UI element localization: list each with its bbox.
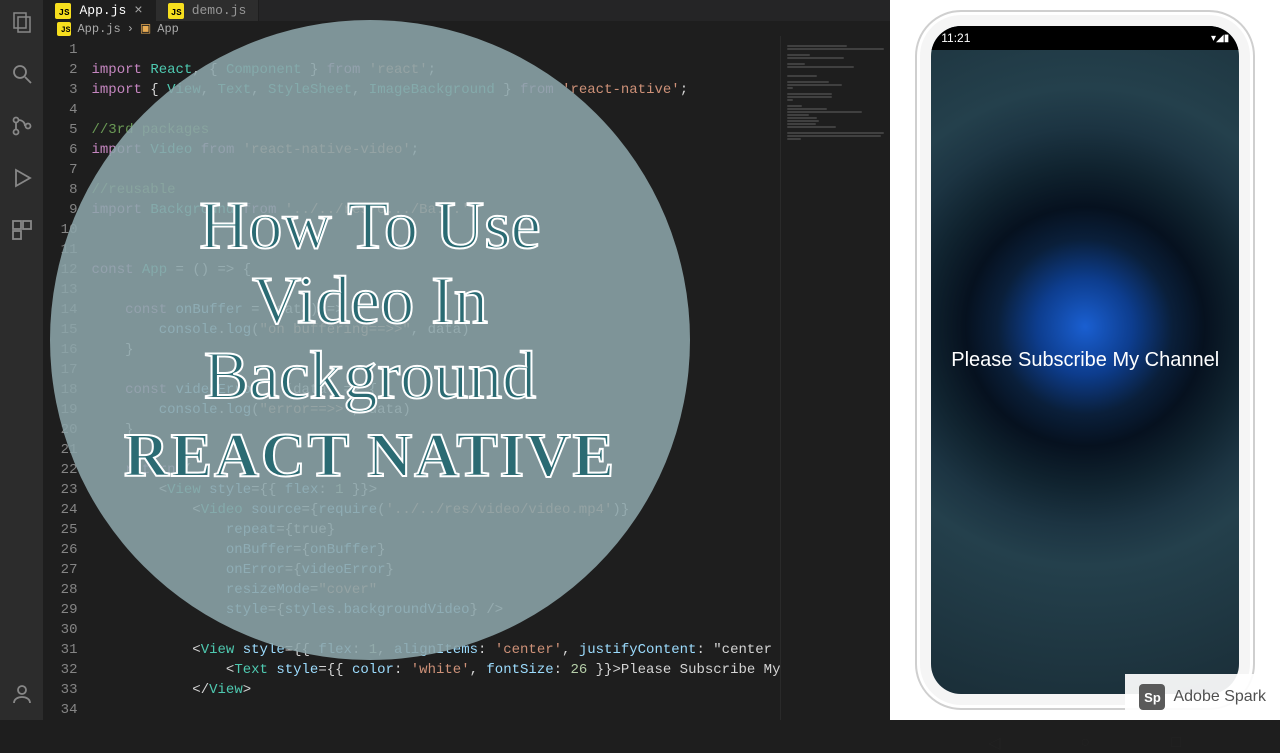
tab-demo-js[interactable]: JS demo.js [156,0,260,21]
debug-icon[interactable] [10,166,34,190]
title-overlay: How To Use Video In Background REACT NAT… [50,20,690,660]
phone-preview-panel: 11:21 ▾◢▮ Please Subscribe My Channel ◁ … [890,0,1280,720]
phone-mockup: 11:21 ▾◢▮ Please Subscribe My Channel ◁ … [915,10,1255,710]
watermark-label: Adobe Spark [1173,688,1266,706]
files-icon[interactable] [10,10,34,34]
tab-label: demo.js [192,3,247,18]
breadcrumb-file: App.js [77,22,120,36]
js-file-icon: JS [168,3,184,19]
chevron-right-icon: › [127,22,134,36]
overlay-line: How To Use [199,188,541,263]
tab-app-js[interactable]: JS App.js × [43,0,155,21]
adobe-spark-watermark: Sp Adobe Spark [1125,674,1280,720]
extensions-icon[interactable] [10,218,34,242]
symbol-icon: ▣ [140,21,151,36]
minimap-lines [787,42,884,143]
phone-screen: 11:21 ▾◢▮ Please Subscribe My Channel [931,26,1239,694]
accounts-icon[interactable] [10,682,34,706]
phone-time: 11:21 [941,31,970,45]
phone-status-icons: ▾◢▮ [1211,33,1229,44]
js-file-icon: JS [55,3,71,19]
phone-center-text: Please Subscribe My Channel [951,349,1219,372]
js-file-icon: JS [57,22,71,36]
minimap[interactable] [780,36,890,720]
nav-back-icon[interactable]: ◁ [985,734,1003,752]
tab-bar: JS App.js × JS demo.js [43,0,890,21]
overlay-line: REACT NATIVE [124,421,616,492]
overlay-line: Video In [252,263,488,338]
nav-home-icon[interactable]: ○ [1076,734,1094,752]
source-control-icon[interactable] [10,114,34,138]
spark-badge-icon: Sp [1139,684,1165,710]
activity-bar [0,0,43,720]
phone-nav-bar: ◁ ○ □ [985,734,1185,752]
breadcrumb[interactable]: JS App.js › ▣ App [43,21,890,36]
breadcrumb-symbol: App [157,22,179,36]
phone-status-bar: 11:21 ▾◢▮ [931,26,1239,50]
nav-recent-icon[interactable]: □ [1167,734,1185,752]
tab-label: App.js [79,3,126,18]
overlay-line: Background [204,338,536,413]
close-icon[interactable]: × [134,3,142,19]
search-icon[interactable] [10,62,34,86]
